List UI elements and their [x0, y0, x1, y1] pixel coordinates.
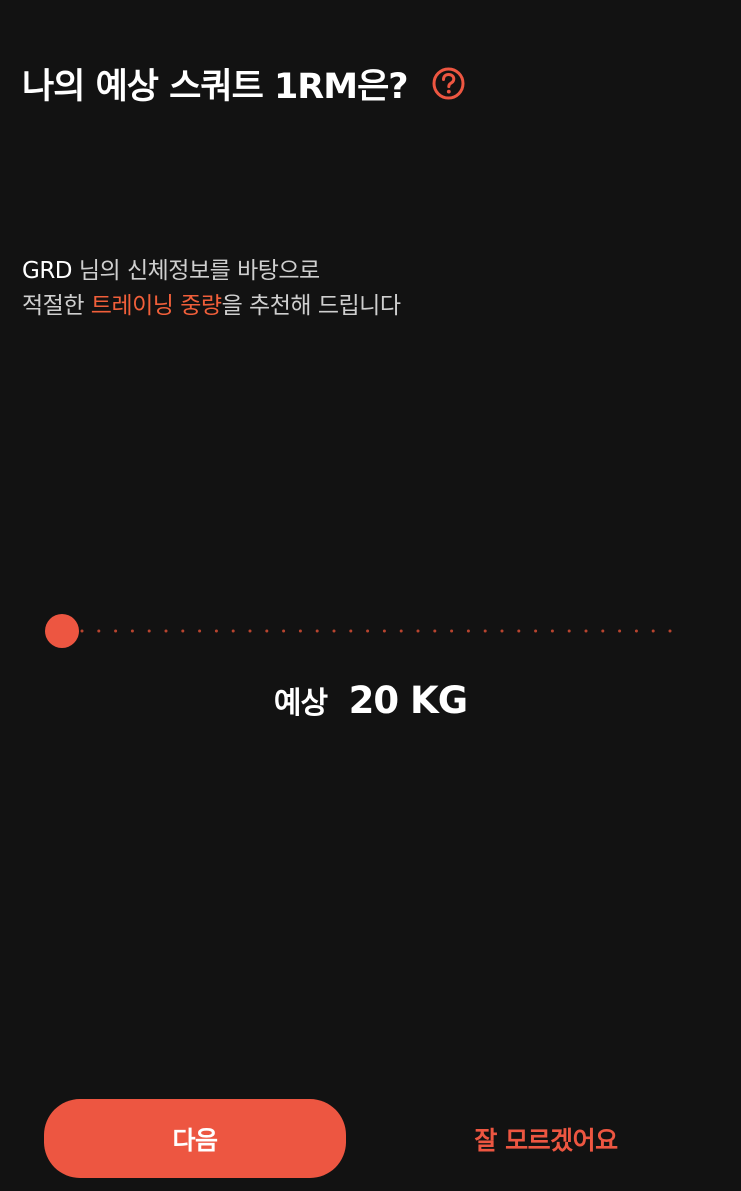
slider-tick: [349, 629, 353, 633]
description-line-1-text: 님의 신체정보를 바탕으로: [72, 258, 320, 284]
description-line-1: GRD 님의 신체정보를 바탕으로: [22, 254, 400, 289]
slider-tick: [483, 629, 487, 633]
slider-tick: [248, 629, 252, 633]
slider-tick: [500, 629, 504, 633]
slider-tick: [466, 629, 470, 633]
slider-tick: [198, 629, 202, 633]
slider-tick: [584, 629, 588, 633]
slider-tick: [382, 629, 386, 633]
description: GRD 님의 신체정보를 바탕으로 적절한 트레이닝 중량을 추천해 드립니다: [22, 254, 401, 324]
slider-tick: [164, 629, 168, 633]
slider-track: [80, 629, 672, 633]
slider-tick: [550, 629, 554, 633]
user-name: GRD: [22, 258, 73, 284]
slider-tick: [366, 629, 370, 633]
slider-tick: [450, 629, 454, 633]
slider-tick: [517, 629, 521, 633]
slider-thumb[interactable]: [45, 614, 79, 648]
estimate-display: 예상 20 KG: [0, 678, 741, 722]
training-weight-highlight: 트레이닝 중량: [90, 293, 222, 319]
slider-tick: [181, 629, 185, 633]
description-line-2-prefix: 적절한: [22, 293, 91, 319]
slider-tick: [315, 629, 319, 633]
slider-tick: [214, 629, 218, 633]
slider-tick: [265, 629, 269, 633]
slider-tick: [147, 629, 151, 633]
slider-tick: [651, 629, 655, 633]
page-title: 나의 예상 스쿼트 1RM은?: [22, 67, 409, 107]
slider-tick: [298, 629, 302, 633]
slider-tick: [634, 629, 638, 633]
slider-tick: [534, 629, 538, 633]
slider-tick: [114, 629, 118, 633]
slider-tick: [433, 629, 437, 633]
next-button[interactable]: 다음: [44, 1099, 346, 1178]
slider-tick: [601, 629, 605, 633]
weight-slider[interactable]: [44, 612, 684, 650]
description-line-2: 적절한 트레이닝 중량을 추천해 드립니다: [22, 289, 401, 324]
slider-tick: [668, 629, 672, 633]
dont-know-button[interactable]: 잘 모르겠어요: [446, 1099, 646, 1178]
header: 나의 예상 스쿼트 1RM은?: [22, 58, 465, 109]
slider-tick: [618, 629, 622, 633]
slider-tick: [130, 629, 134, 633]
slider-tick: [332, 629, 336, 633]
slider-tick: [399, 629, 403, 633]
estimate-label: 예상: [273, 686, 328, 721]
slider-tick: [282, 629, 286, 633]
slider-tick: [416, 629, 420, 633]
description-line-2-suffix: 을 추천해 드립니다: [221, 293, 401, 319]
slider-tick: [80, 629, 84, 633]
estimate-value: 20 KG: [348, 679, 468, 722]
slider-tick: [567, 629, 571, 633]
slider-tick: [97, 629, 101, 633]
slider-tick: [231, 629, 235, 633]
question-circle-icon[interactable]: [432, 67, 465, 100]
